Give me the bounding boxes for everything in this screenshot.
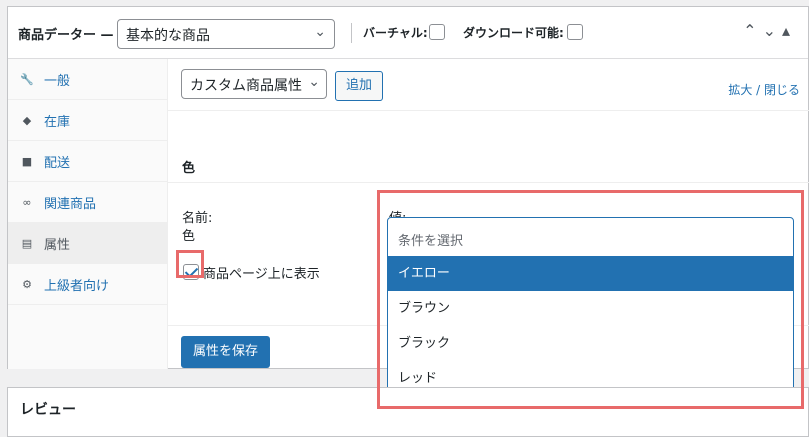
- chevron-down-icon: ⌄: [314, 24, 326, 40]
- virtual-checkbox[interactable]: [429, 24, 445, 40]
- list-icon: ▤: [21, 236, 33, 250]
- tab-label: 一般: [44, 73, 71, 89]
- tab-label: 配送: [44, 155, 71, 171]
- panel-header: 商品データー — 基本的な商品 ⌄ バーチャル: ダウンロード可能: ⌃⌄▴: [8, 7, 808, 59]
- tab-label: 関連商品: [44, 196, 97, 212]
- chevron-up-icon[interactable]: ⌃: [743, 21, 762, 40]
- wrench-icon: 🔧: [20, 72, 34, 86]
- downloadable-checkbox[interactable]: [567, 24, 583, 40]
- attribute-type-value: カスタム商品属性: [190, 78, 302, 94]
- chevron-down-icon[interactable]: ⌄: [763, 21, 782, 40]
- link-icon: ∞: [22, 195, 32, 209]
- save-attributes-button[interactable]: 属性を保存: [181, 336, 271, 368]
- checkbox-highlight: [176, 250, 204, 278]
- tab-inventory[interactable]: ◆ 在庫: [8, 100, 167, 141]
- downloadable-label: ダウンロード可能:: [463, 26, 564, 40]
- tab-attributes[interactable]: ▤ 属性: [8, 223, 167, 264]
- product-data-tabs: 🔧 一般 ◆ 在庫 ■ 配送 ∞ 関連商品 ▤ 属性 ⚙ 上級者向け: [8, 59, 168, 369]
- gear-icon: ⚙: [22, 277, 32, 291]
- review-title: レビュー: [20, 402, 76, 418]
- attribute-type-select[interactable]: カスタム商品属性 ⌄: [181, 69, 327, 99]
- tab-linked-products[interactable]: ∞ 関連商品: [8, 182, 167, 223]
- tab-shipping[interactable]: ■ 配送: [8, 141, 167, 182]
- name-value: 色: [182, 229, 196, 244]
- name-label: 名前:: [182, 211, 213, 226]
- visible-on-product-page-label: 商品ページ上に表示: [203, 267, 320, 282]
- tab-advanced[interactable]: ⚙ 上級者向け: [8, 264, 167, 305]
- chevron-down-icon: ⌄: [308, 74, 320, 90]
- tab-label: 上級者向け: [44, 278, 110, 294]
- attributes-toolbar: カスタム商品属性 ⌄ 追加 拡大 / 閉じる: [168, 59, 809, 111]
- tab-general[interactable]: 🔧 一般: [8, 59, 167, 100]
- attribute-heading: 色: [182, 161, 196, 176]
- collapse-icon[interactable]: ▴: [782, 21, 796, 40]
- panel-title: 商品データー —: [18, 28, 114, 43]
- dropdown-highlight: [377, 190, 804, 409]
- virtual-label: バーチャル:: [363, 26, 428, 40]
- tab-label: 在庫: [44, 114, 71, 130]
- add-attribute-button[interactable]: 追加: [335, 71, 384, 101]
- tag-icon: ◆: [22, 113, 32, 127]
- product-type-select[interactable]: 基本的な商品 ⌄: [117, 19, 335, 49]
- truck-icon: ■: [21, 154, 33, 168]
- divider: [351, 23, 352, 43]
- expand-collapse-link[interactable]: 拡大 / 閉じる: [728, 81, 800, 98]
- tab-label: 属性: [44, 237, 71, 253]
- panel-controls: ⌃⌄▴: [743, 21, 796, 40]
- attribute-heading-row[interactable]: 色: [168, 111, 809, 183]
- product-type-value: 基本的な商品: [126, 28, 210, 44]
